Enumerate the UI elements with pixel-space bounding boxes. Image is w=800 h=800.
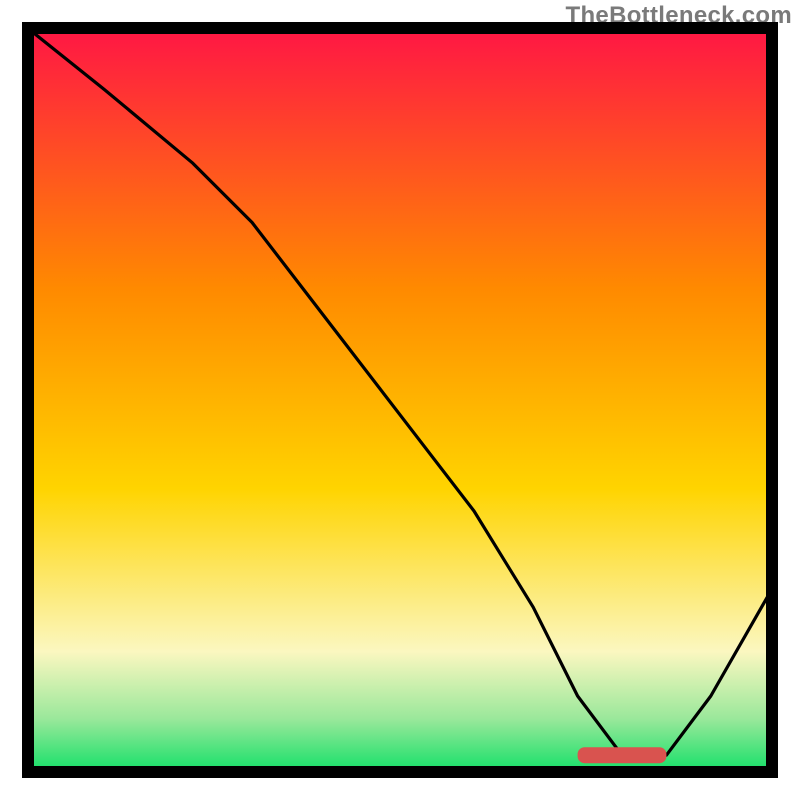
bottleneck-chart: TheBottleneck.com — [0, 0, 800, 800]
chart-svg — [0, 0, 800, 800]
optimum-marker — [578, 747, 667, 763]
gradient-background — [30, 30, 770, 770]
plot-area — [30, 30, 770, 770]
